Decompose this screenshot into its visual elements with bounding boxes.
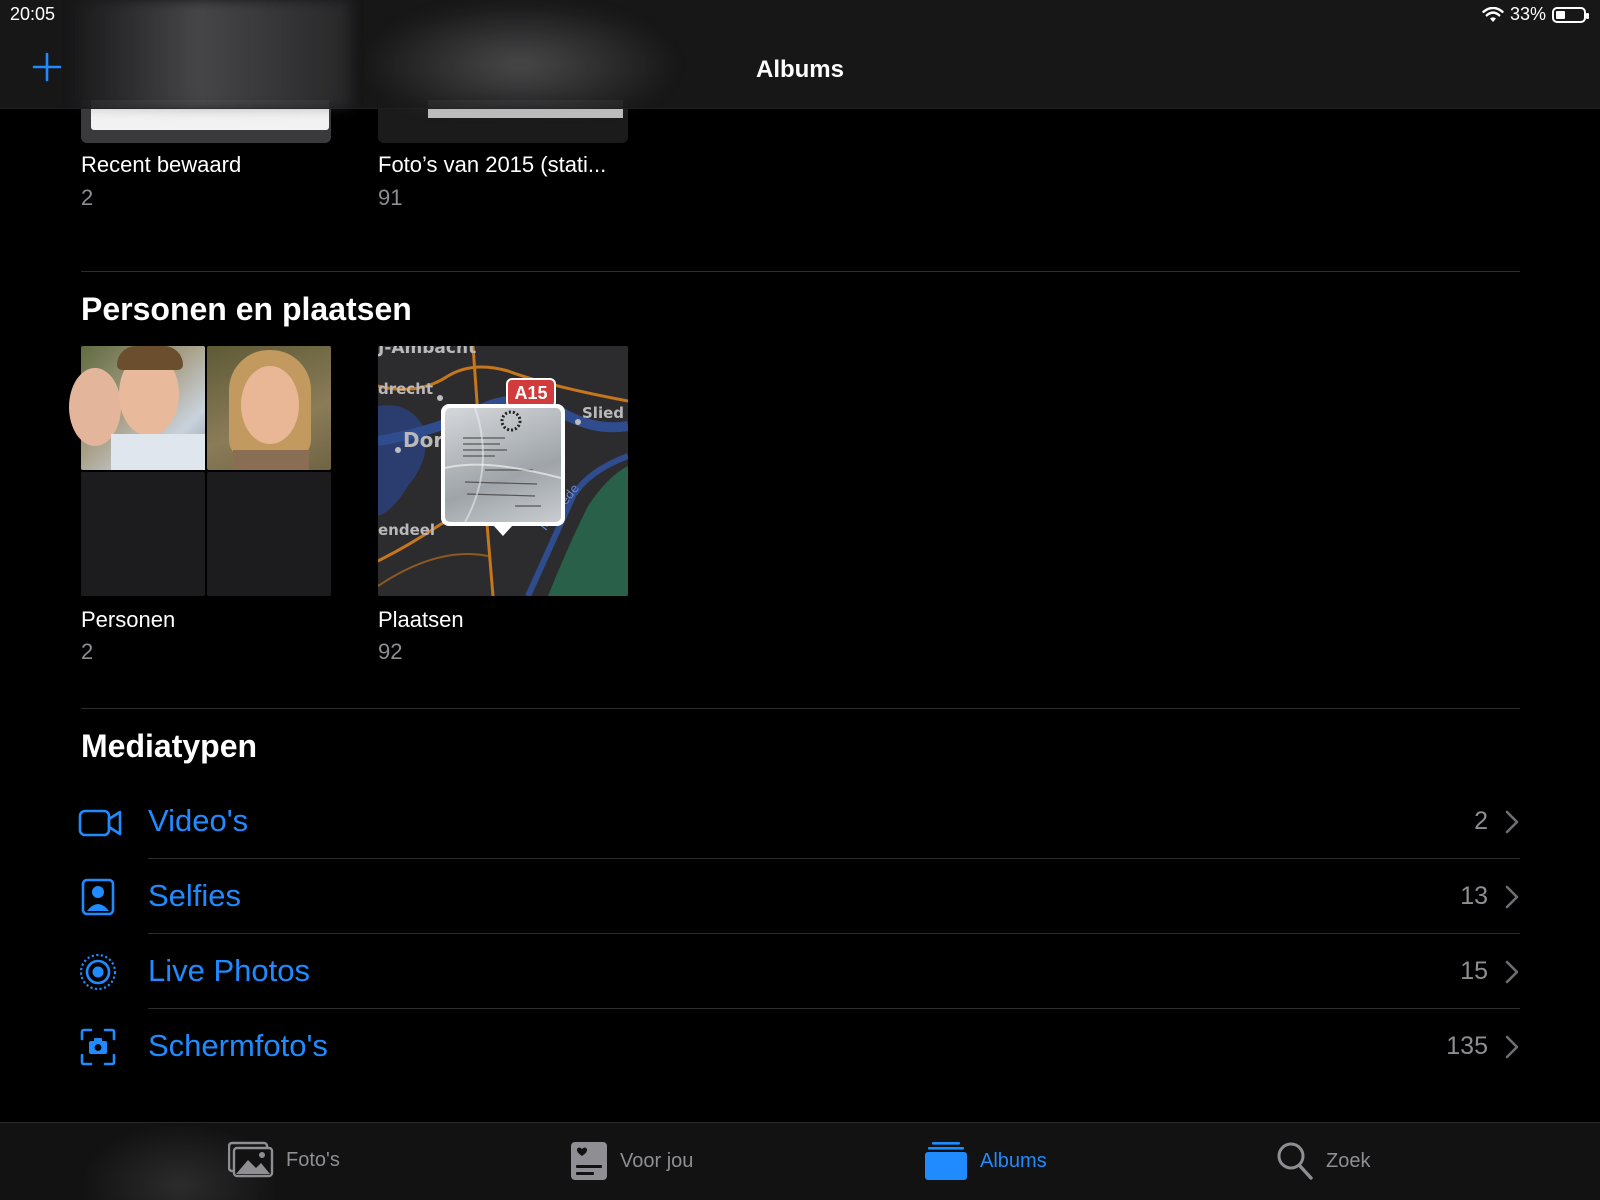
for-you-icon (571, 1142, 607, 1180)
albums-icon (925, 1142, 967, 1180)
map-photo-pin (441, 404, 565, 536)
media-row-label: Schermfoto's (148, 1028, 328, 1063)
media-row-count: 15 (1460, 957, 1488, 985)
person-placeholder (81, 472, 205, 596)
media-row-videos[interactable]: Video's 2 (0, 785, 1600, 860)
tab-search[interactable]: Zoek (1276, 1141, 1370, 1181)
section-title-people-places: Personen en plaatsen (81, 291, 412, 327)
scrolled-content-blur (75, 0, 350, 108)
selfie-portrait-icon (81, 878, 115, 916)
map-label: drecht (378, 380, 434, 398)
scrolled-content-blur (360, 0, 680, 108)
albums-screen: 20:05 33% Albums Recent bewaard 2 Foto’s… (0, 0, 1600, 1200)
chevron-right-icon (1505, 960, 1519, 984)
tab-label: Albums (980, 1149, 1047, 1172)
places-album-count: 92 (378, 639, 403, 664)
media-row-count: 135 (1446, 1032, 1488, 1060)
row-separator (148, 933, 1520, 934)
tab-label: Voor jou (620, 1149, 694, 1172)
people-album-count: 2 (81, 639, 94, 664)
section-divider (81, 708, 1520, 709)
tab-label: Zoek (1326, 1149, 1371, 1172)
status-indicators: 33% (1482, 4, 1589, 25)
media-row-label: Video's (148, 803, 249, 838)
row-separator (148, 858, 1520, 859)
album-title[interactable]: Recent bewaard (81, 152, 241, 178)
wifi-icon (1482, 6, 1504, 22)
media-row-count: 13 (1460, 882, 1488, 910)
media-row-label: Live Photos (148, 953, 310, 988)
map-label: J-Ambacht (378, 346, 477, 358)
media-row-screenshots[interactable]: Schermfoto's 135 (0, 1010, 1600, 1085)
screenshot-icon (80, 1028, 116, 1066)
battery-icon (1552, 6, 1589, 23)
album-count: 91 (378, 185, 403, 210)
video-camera-icon (78, 809, 122, 837)
row-separator (148, 1008, 1520, 1009)
people-album-title[interactable]: Personen (81, 607, 175, 633)
map-label: Dor (403, 428, 444, 452)
album-title[interactable]: Foto’s van 2015 (stati... (378, 152, 606, 178)
map-label: endeel (378, 521, 436, 539)
person-photo (207, 346, 331, 470)
page-title: Albums (755, 56, 844, 83)
person-photo (69, 346, 205, 470)
media-row-count: 2 (1474, 807, 1488, 835)
media-row-selfies[interactable]: Selfies 13 (0, 860, 1600, 935)
tab-albums[interactable]: Albums (924, 1141, 1047, 1181)
battery-percentage: 33% (1509, 4, 1546, 24)
media-row-label: Selfies (148, 878, 242, 913)
section-title-media-types: Mediatypen (81, 728, 258, 764)
search-icon (1277, 1142, 1313, 1180)
chevron-right-icon (1505, 810, 1519, 834)
navigation-bar: 20:05 33% Albums (0, 0, 1600, 109)
chevron-right-icon (1505, 1035, 1519, 1059)
album-count: 2 (81, 185, 94, 210)
media-row-live-photos[interactable]: Live Photos 15 (0, 935, 1600, 1010)
receipt-photo (445, 408, 561, 522)
chevron-right-icon (1505, 885, 1519, 909)
tab-bar: Foto's Voor jou Albums Zoek (0, 1122, 1600, 1200)
places-map-thumbnail[interactable]: J-Ambacht drecht Slied Dor endeel Nieuwe… (378, 346, 628, 596)
tab-photos[interactable]: Foto's (228, 1141, 340, 1179)
people-album-thumbnail[interactable] (69, 346, 331, 596)
section-divider (81, 271, 1520, 272)
tab-for-you[interactable]: Voor jou (570, 1141, 693, 1181)
person-placeholder (207, 472, 331, 596)
places-album-title[interactable]: Plaatsen (378, 607, 464, 633)
map-label: Slied (582, 404, 624, 422)
status-time: 20:05 (10, 4, 56, 24)
tab-label: Foto's (286, 1148, 340, 1171)
live-photo-icon (79, 953, 117, 991)
photos-icon (228, 1141, 274, 1178)
